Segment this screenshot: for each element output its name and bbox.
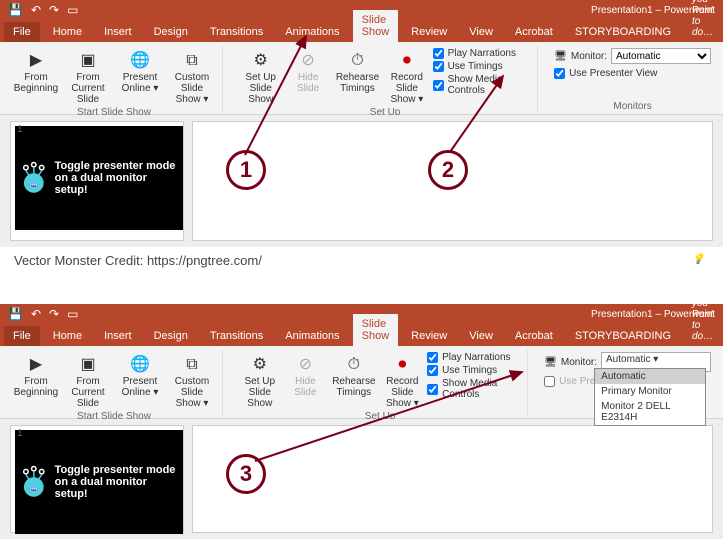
rehearse-icon: ⏱ (343, 48, 371, 72)
undo-icon[interactable]: ↶ (31, 307, 41, 321)
present-online-icon: 🌐 (126, 48, 154, 72)
save-icon[interactable]: 💾 (8, 307, 23, 321)
slide-text: Toggle presenter mode on a dual monitor … (55, 160, 179, 196)
tab-acrobat[interactable]: Acrobat (506, 326, 562, 346)
monitor-icon: 🖥 (554, 51, 567, 62)
redo-icon[interactable]: ↷ (49, 3, 59, 17)
tell-me-search-2[interactable]: 💡Tell me what you want to do… (684, 250, 721, 346)
monitor-select[interactable]: Automatic (611, 48, 711, 64)
tab-slideshow[interactable]: Slide Show (353, 10, 399, 42)
annotation-arrow-3 (250, 366, 530, 466)
annotation-arrow-2 (445, 70, 525, 160)
quick-access-toolbar-2: 💾 ↶ ↷ ▭ (8, 307, 78, 321)
play-narrations-check[interactable]: Play Narrations (433, 48, 532, 59)
tab-design[interactable]: Design (145, 326, 197, 346)
group-start-slideshow: ▶From Beginning ▣From Current Slide 🌐Pre… (6, 46, 223, 112)
annotation-arrow-1 (240, 30, 320, 160)
start-show-icon[interactable]: ▭ (67, 3, 78, 17)
custom-show-button[interactable]: ⧉Custom Slide Show ▾ (168, 350, 216, 411)
ribbon: ▶From Beginning ▣From Current Slide 🌐Pre… (0, 42, 723, 115)
lightbulb-icon: 💡 (692, 254, 704, 265)
tab-insert[interactable]: Insert (95, 326, 141, 346)
use-presenter-check[interactable]: Use Presenter View (554, 68, 711, 79)
tab-review[interactable]: Review (402, 22, 456, 42)
monitor-option-primary[interactable]: Primary Monitor (595, 384, 705, 399)
from-beginning-button[interactable]: ▶From Beginning (12, 46, 60, 107)
monitor-option-automatic[interactable]: Automatic (595, 369, 705, 384)
monitor-label: Monitor: (571, 51, 607, 62)
monster-icon (19, 143, 49, 213)
tab-storyboarding[interactable]: STORYBOARDING (566, 22, 680, 42)
quick-access-toolbar: 💾 ↶ ↷ ▭ (8, 3, 78, 17)
record-button[interactable]: ⏺Record Slide Show ▾ (385, 46, 428, 107)
tab-view[interactable]: View (460, 326, 502, 346)
slide-thumbnail-2[interactable]: Toggle presenter mode on a dual monitor … (15, 430, 183, 534)
tab-home[interactable]: Home (44, 326, 91, 346)
custom-show-icon: ⧉ (178, 48, 206, 72)
tab-file[interactable]: File (4, 22, 40, 42)
slide-thumbnail[interactable]: Toggle presenter mode on a dual monitor … (15, 126, 183, 230)
ribbon-tabs: File Home Insert Design Transitions Anim… (0, 20, 723, 42)
play-narrations-check[interactable]: Play Narrations (427, 352, 521, 363)
from-current-button[interactable]: ▣From Current Slide (64, 46, 112, 107)
monitor-option-dell[interactable]: Monitor 2 DELL E2314H (595, 399, 705, 425)
custom-show-button[interactable]: ⧉Custom Slide Show ▾ (168, 46, 216, 107)
tab-animations[interactable]: Animations (276, 326, 348, 346)
tab-acrobat[interactable]: Acrobat (506, 22, 562, 42)
tab-storyboarding[interactable]: STORYBOARDING (566, 326, 680, 346)
from-beginning-icon: ▶ (22, 48, 50, 72)
undo-icon[interactable]: ↶ (31, 3, 41, 17)
tab-review[interactable]: Review (402, 326, 456, 346)
tab-design[interactable]: Design (145, 22, 197, 42)
tab-view[interactable]: View (460, 22, 502, 42)
tab-file[interactable]: File (4, 326, 40, 346)
monster-icon (19, 447, 49, 517)
from-current-icon: ▣ (74, 48, 102, 72)
tell-me-search[interactable]: 💡Tell me what you want to do… (684, 0, 721, 42)
thumbnail-panel: 1 Toggle presenter mode on a dual monito… (10, 121, 184, 241)
rehearse-button[interactable]: ⏱Rehearse Timings (334, 46, 381, 107)
group-monitors: 🖥 Monitor: Automatic Use Presenter View … (548, 46, 717, 112)
from-beginning-button[interactable]: ▶From Beginning (12, 350, 60, 411)
ribbon-tabs-2: File Home Insert Design Transitions Anim… (0, 324, 723, 346)
tab-insert[interactable]: Insert (95, 22, 141, 42)
monitor-icon: 🖥 (544, 357, 557, 368)
tab-slideshow[interactable]: Slide Show (353, 314, 399, 346)
workspace: 1 Toggle presenter mode on a dual monito… (0, 115, 723, 247)
slide-number: 1 (17, 124, 23, 135)
redo-icon[interactable]: ↷ (49, 307, 59, 321)
tab-transitions[interactable]: Transitions (201, 326, 272, 346)
save-icon[interactable]: 💾 (8, 3, 23, 17)
present-online-button[interactable]: 🌐Present Online ▾ (116, 350, 164, 411)
credit-text: Vector Monster Credit: https://pngtree.c… (0, 247, 723, 274)
present-online-button[interactable]: 🌐Present Online ▾ (116, 46, 164, 107)
monitor-dropdown-list[interactable]: Automatic Primary Monitor Monitor 2 DELL… (594, 368, 706, 426)
record-icon: ⏺ (393, 48, 421, 72)
from-current-button[interactable]: ▣From Current Slide (64, 350, 112, 411)
start-show-icon[interactable]: ▭ (67, 307, 78, 321)
tab-home[interactable]: Home (44, 22, 91, 42)
group-label-monitors: Monitors (613, 101, 651, 112)
